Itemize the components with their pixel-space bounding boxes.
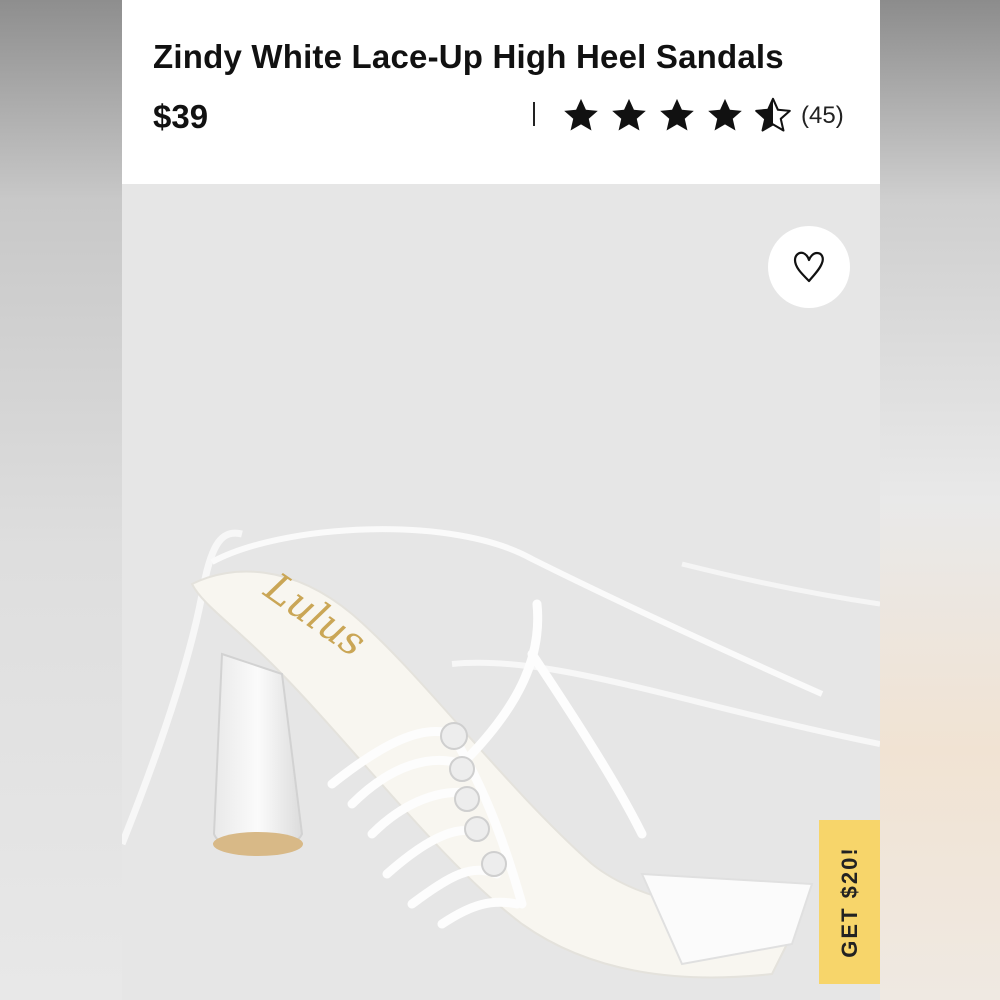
promo-label: GET $20!	[836, 846, 862, 958]
star-filled-icon	[660, 98, 694, 131]
star-filled-icon	[612, 98, 646, 131]
product-card: Zindy White Lace-Up High Heel Sandals $3…	[122, 0, 880, 1000]
sandal-illustration: Lulus	[122, 526, 880, 979]
star-filled-icon	[564, 98, 598, 131]
rating-stars[interactable]	[562, 96, 802, 134]
product-title: Zindy White Lace-Up High Heel Sandals	[153, 38, 784, 75]
promo-tab[interactable]: GET $20!	[819, 820, 880, 984]
star-half-icon	[755, 97, 791, 132]
product-header: Zindy White Lace-Up High Heel Sandals $3…	[122, 0, 880, 184]
background-left	[0, 0, 122, 1000]
divider	[533, 102, 535, 126]
background-right	[880, 0, 1000, 1000]
review-count[interactable]: (45)	[801, 102, 844, 130]
product-image: Lulus GET $20!	[122, 184, 880, 1000]
product-price: $39	[153, 98, 209, 135]
star-filled-icon	[708, 98, 742, 131]
favorite-button[interactable]	[768, 226, 850, 308]
heart-outline-icon	[793, 251, 824, 283]
